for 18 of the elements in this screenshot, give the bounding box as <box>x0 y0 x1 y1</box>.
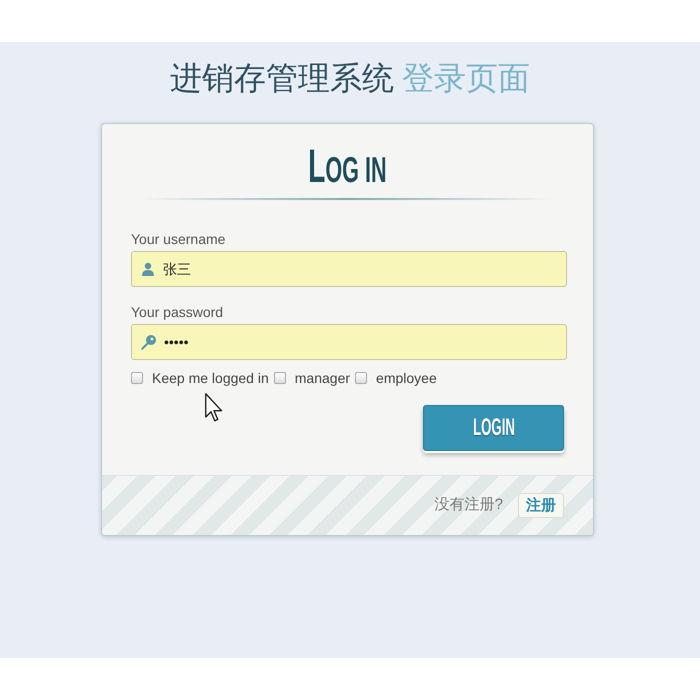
checkbox-label: manager <box>294 368 350 388</box>
login-heading: LOG IN <box>308 144 387 188</box>
mouse-pointer-icon <box>205 393 223 423</box>
username-field[interactable]: 张三 <box>131 251 567 287</box>
key-icon <box>141 334 156 350</box>
register-prompt: 没有注册? <box>434 495 503 516</box>
checkbox-label: employee <box>376 368 437 388</box>
checkbox[interactable] <box>274 372 286 384</box>
checkbox[interactable] <box>131 372 143 384</box>
page-title: 进销存管理系统 登录页面 <box>170 59 530 98</box>
login-button[interactable]: LOGIN <box>423 405 564 451</box>
field-label: Your password <box>131 303 224 321</box>
checkbox-label: Keep me logged in <box>152 368 269 388</box>
field-label: Your username <box>131 230 226 248</box>
register-button[interactable]: 注册 <box>518 493 564 518</box>
password-field[interactable]: ••••• <box>131 324 567 360</box>
user-icon <box>141 262 155 276</box>
checkbox[interactable] <box>355 372 368 384</box>
